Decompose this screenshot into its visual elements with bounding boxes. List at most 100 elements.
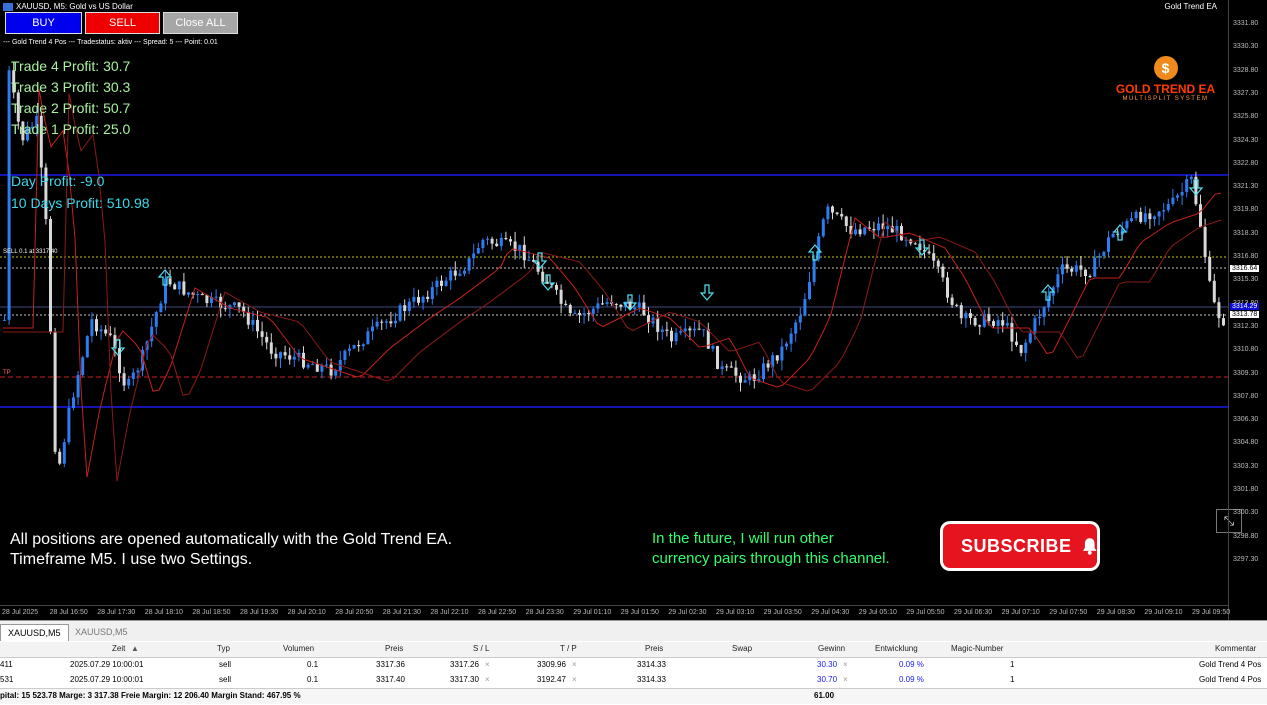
price-cell: 3317.40 bbox=[376, 675, 405, 684]
col-sl[interactable]: S / L bbox=[473, 644, 489, 653]
col-volumen[interactable]: Volumen bbox=[283, 644, 314, 653]
close-all-button[interactable]: Close ALL bbox=[163, 12, 238, 34]
candle-body bbox=[223, 308, 227, 310]
ticket-cell: 411 bbox=[0, 660, 13, 669]
future-line-1: In the future, I will run other bbox=[652, 530, 834, 547]
col-gewinn[interactable]: Gewinn bbox=[818, 644, 845, 653]
candle-body bbox=[426, 296, 430, 299]
candle-body bbox=[407, 301, 411, 312]
candle-body bbox=[1015, 341, 1018, 345]
candle-body bbox=[1180, 191, 1184, 196]
time-tick: 28 Jul 20:10 bbox=[287, 609, 326, 616]
candle-body bbox=[720, 366, 724, 369]
col-tp[interactable]: T / P bbox=[560, 644, 577, 653]
buy-button[interactable]: BUY bbox=[5, 12, 82, 34]
subscribe-button[interactable]: SUBSCRIBE bbox=[943, 524, 1097, 568]
candle-body bbox=[472, 253, 476, 259]
candle-body bbox=[104, 329, 108, 334]
price-label-current-price: 3316.64 bbox=[1230, 265, 1260, 272]
col-entwicklung[interactable]: Entwicklung bbox=[875, 644, 918, 653]
table-row[interactable]: 531 2025.07.29 10:00:01 sell 0.1 3317.40… bbox=[0, 673, 1267, 688]
time-tick: 28 Jul 18:10 bbox=[144, 609, 183, 616]
ten-days-profit: 10 Days Profit: 510.98 bbox=[11, 195, 150, 211]
gold-coin-icon: $ bbox=[1153, 56, 1178, 80]
ma-slow-line bbox=[3, 93, 1222, 482]
candle-body bbox=[564, 303, 568, 305]
candle-body bbox=[955, 304, 959, 306]
candle-body bbox=[637, 302, 641, 308]
candle-body bbox=[1093, 257, 1097, 277]
trade-1-profit: Trade 1 Profit: 25.0 bbox=[11, 121, 131, 137]
profit-cell: 30.30 bbox=[817, 660, 838, 669]
candle-body bbox=[591, 308, 595, 314]
col-zeit[interactable]: Zeit bbox=[112, 644, 125, 653]
candle-body bbox=[375, 321, 379, 327]
time-axis: 28 Jul 2025 28 Jul 16:50 28 Jul 17:30 28 Ju… bbox=[0, 605, 1231, 620]
candle-body bbox=[486, 238, 489, 240]
tab-xauusd-m5-active[interactable]: XAUUSD,M5 bbox=[0, 624, 69, 641]
candle-body bbox=[702, 329, 706, 331]
volume-cell: 0.1 bbox=[307, 660, 319, 669]
candle-body bbox=[168, 278, 172, 285]
remove-sl-icon[interactable]: × bbox=[485, 675, 490, 684]
candle-body bbox=[670, 330, 673, 342]
candle-body bbox=[389, 321, 393, 324]
candle-body bbox=[987, 313, 991, 322]
time-tick: 29 Jul 03:10 bbox=[716, 609, 755, 616]
col-magic[interactable]: Magic-Number bbox=[951, 644, 1003, 653]
candle-body bbox=[835, 212, 839, 214]
sell-button[interactable]: SELL bbox=[85, 12, 160, 34]
close-position-icon[interactable]: × bbox=[843, 675, 848, 684]
col-cur-price[interactable]: Preis bbox=[645, 644, 663, 653]
candle-body bbox=[927, 251, 931, 254]
candle-body bbox=[794, 322, 798, 334]
tp-label: TP bbox=[3, 370, 11, 376]
candle-body bbox=[403, 305, 407, 312]
chart-tabs: XAUUSD,M5 XAUUSD,M5 bbox=[0, 620, 1267, 641]
col-swap[interactable]: Swap bbox=[732, 644, 752, 653]
ea-status-line: --- Gold Trend 4 Pos --- Tradestatus: ak… bbox=[3, 39, 218, 46]
close-position-icon[interactable]: × bbox=[843, 660, 848, 669]
candle-body bbox=[509, 239, 512, 242]
candle-body bbox=[1111, 233, 1115, 238]
price-tick: 3318.30 bbox=[1233, 229, 1259, 237]
time-tick: 29 Jul 08:30 bbox=[1096, 609, 1135, 616]
candle-body bbox=[1176, 195, 1179, 198]
candle-body bbox=[435, 280, 439, 288]
remove-tp-icon[interactable]: × bbox=[572, 675, 577, 684]
candle-body bbox=[660, 329, 664, 332]
candle-body bbox=[1157, 211, 1161, 217]
candle-body bbox=[265, 336, 269, 343]
candle-body bbox=[449, 270, 453, 281]
ea-name: Gold Trend EA bbox=[1164, 2, 1217, 11]
development-cell: 0.09 % bbox=[899, 675, 924, 684]
tab-xauusd-m5[interactable]: XAUUSD,M5 bbox=[68, 624, 135, 640]
candle-body bbox=[568, 304, 572, 314]
col-typ[interactable]: Typ bbox=[217, 644, 230, 653]
table-row[interactable]: 411 2025.07.29 10:00:01 sell 0.1 3317.36… bbox=[0, 658, 1267, 673]
comment-cell: Gold Trend 4 Pos bbox=[1199, 675, 1262, 684]
col-preis[interactable]: Preis bbox=[385, 644, 403, 653]
candle-body bbox=[716, 346, 719, 369]
candle-body bbox=[877, 223, 880, 231]
candle-body bbox=[288, 355, 292, 360]
time-tick: 29 Jul 05:50 bbox=[906, 609, 945, 616]
remove-tp-icon[interactable]: × bbox=[572, 660, 577, 669]
candle-body bbox=[555, 285, 558, 290]
time-cell: 2025.07.29 10:00:01 bbox=[70, 660, 144, 669]
col-kommentar[interactable]: Kommentar bbox=[1215, 644, 1256, 653]
candle-body bbox=[1024, 342, 1028, 353]
positions-table: Zeit ▲ Typ Volumen Preis S / L T / P Pre… bbox=[0, 641, 1267, 705]
candle-body bbox=[1217, 302, 1221, 319]
time-tick: 28 Jul 23:30 bbox=[525, 609, 564, 616]
price-chart[interactable]: XAUUSD, M5: Gold vs US Dollar Gold Trend… bbox=[0, 0, 1267, 620]
candle-body bbox=[283, 352, 287, 356]
ma-fast-line bbox=[3, 89, 1222, 478]
time-tick: 29 Jul 09:50 bbox=[1192, 609, 1231, 616]
candle-body bbox=[1038, 316, 1041, 319]
candle-body bbox=[1079, 265, 1083, 270]
price-tick: 3316.80 bbox=[1233, 253, 1259, 260]
price-axis: 3331.80 3330.30 3328.80 3327.30 3325.80 3324.… bbox=[1228, 0, 1267, 620]
remove-sl-icon[interactable]: × bbox=[485, 660, 490, 669]
candle-body bbox=[1056, 274, 1060, 288]
